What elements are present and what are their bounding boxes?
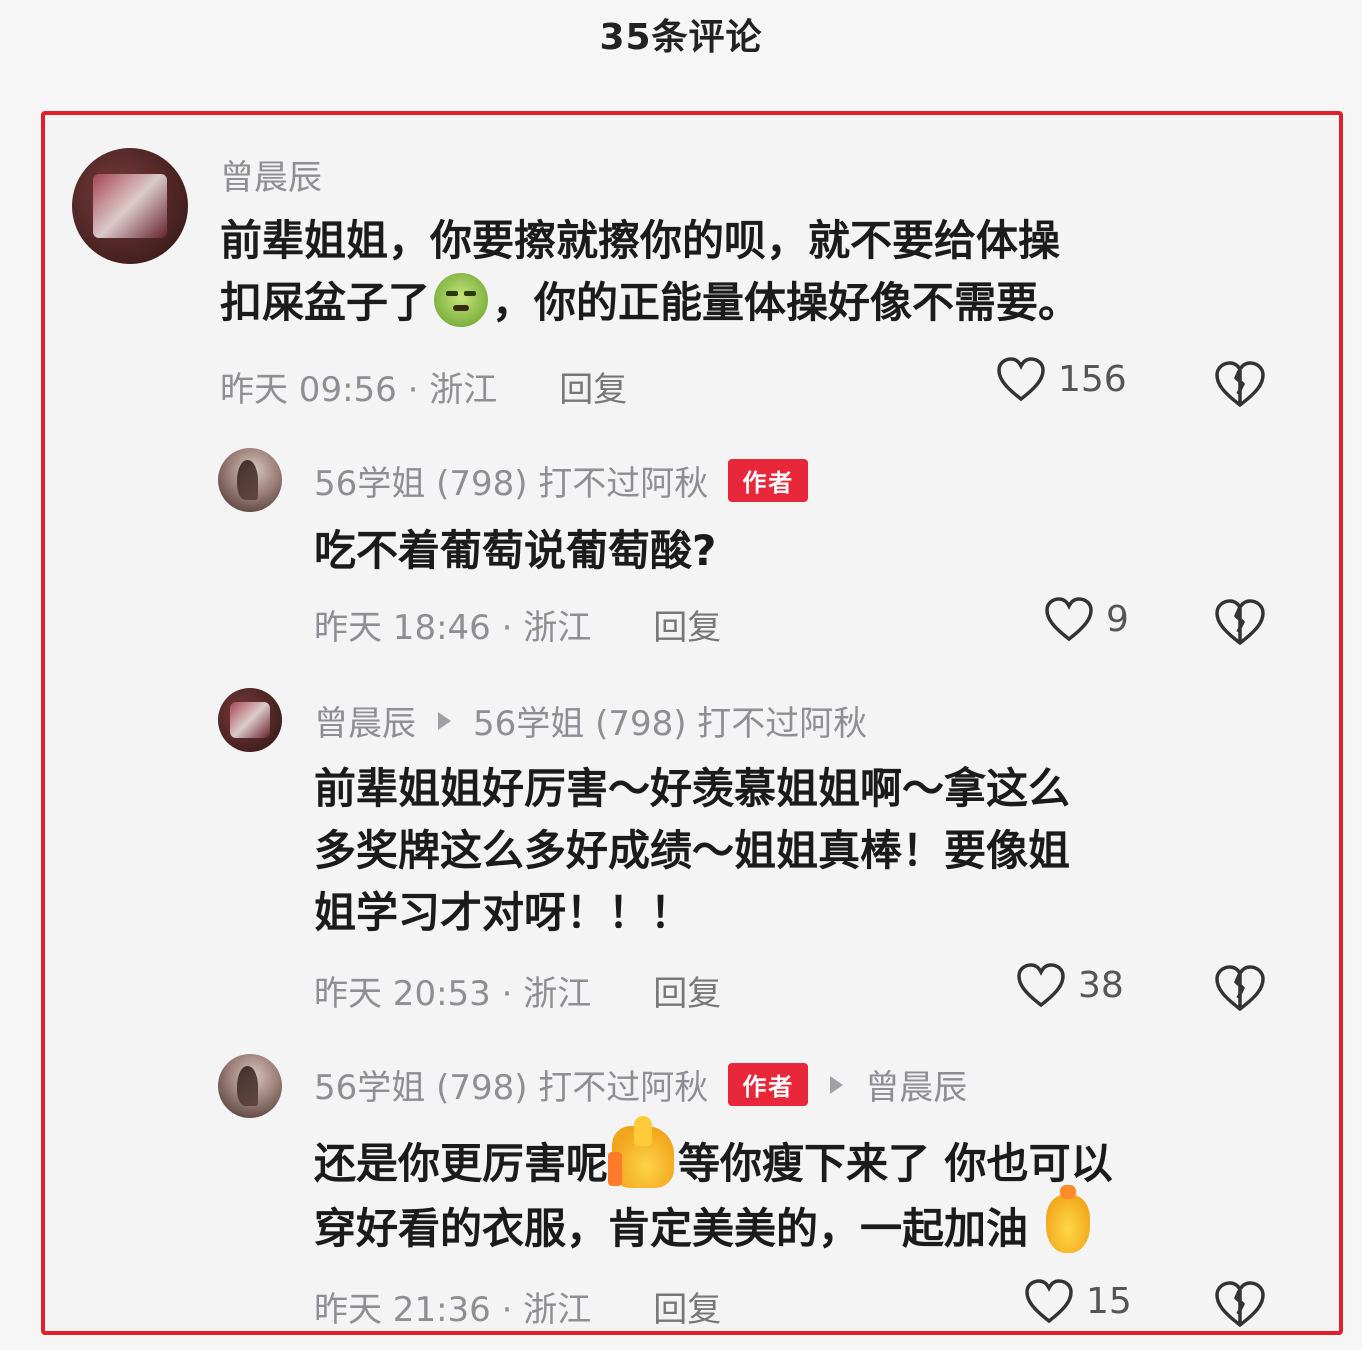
like-count: 15 xyxy=(1086,1280,1132,1322)
reply-button[interactable]: 回复 xyxy=(653,1282,721,1331)
author-badge: 作者 xyxy=(728,459,809,502)
comment-text: 前辈姐姐，你要擦就擦你的呗，就不要给体操 扣屎盆子了 ，你的正能量体操好像不需要。 xyxy=(220,216,1081,327)
comment-meta: 昨天 09:56 · 浙江 回复 xyxy=(220,362,627,411)
reply-button[interactable]: 回复 xyxy=(653,966,721,1015)
like-button[interactable]: 9 xyxy=(1044,596,1129,642)
avatar[interactable] xyxy=(72,148,188,264)
comment-meta: 昨天 21:36 · 浙江 回复 xyxy=(314,1282,721,1331)
heart-icon xyxy=(1017,963,1065,1008)
like-count: 38 xyxy=(1078,964,1124,1006)
comment-meta: 昨天 18:46 · 浙江 回复 xyxy=(314,600,721,649)
reply-button[interactable]: 回复 xyxy=(559,362,627,411)
comment-author[interactable]: 曾晨辰 xyxy=(220,150,322,199)
crying-face-emoji-icon xyxy=(434,273,489,327)
author-badge: 作者 xyxy=(728,1063,809,1106)
like-button[interactable]: 38 xyxy=(1016,962,1124,1008)
avatar[interactable] xyxy=(218,448,282,512)
heart-icon xyxy=(1025,1279,1073,1324)
comment-text: 前辈姐姐好厉害～好羡慕姐姐啊～拿这么 多奖牌这么多好成绩～姐姐真棒！要像姐 姐学… xyxy=(314,764,1071,937)
broken-heart-icon[interactable] xyxy=(1214,964,1266,1012)
reply-button[interactable]: 回复 xyxy=(653,600,721,649)
like-count: 156 xyxy=(1058,358,1127,400)
comment-author[interactable]: 56学姐 (798) 打不过阿秋 作者 xyxy=(314,456,809,505)
comment-author[interactable]: 56学姐 (798) 打不过阿秋 作者 曾晨辰 xyxy=(314,1060,967,1109)
comment-meta: 昨天 20:53 · 浙江 回复 xyxy=(314,966,721,1015)
avatar[interactable] xyxy=(218,1054,282,1118)
broken-heart-icon[interactable] xyxy=(1214,360,1266,408)
comment-text: 还是你更厉害呢 等你瘦下来了 你也可以 穿好看的衣服，肯定美美的，一起加油 xyxy=(314,1116,1113,1260)
fist-emoji-icon xyxy=(1046,1185,1091,1253)
reply-arrow-icon xyxy=(438,711,451,730)
broken-heart-icon[interactable] xyxy=(1214,1280,1266,1328)
heart-icon xyxy=(997,357,1045,402)
reply-arrow-icon xyxy=(830,1075,844,1094)
heart-icon xyxy=(1045,597,1093,642)
like-count: 9 xyxy=(1106,598,1129,640)
thumbs-up-emoji-icon xyxy=(608,1116,675,1188)
comments-count-title: 35条评论 xyxy=(599,17,763,58)
broken-heart-icon[interactable] xyxy=(1214,598,1266,646)
reply-to-author[interactable]: 56学姐 (798) 打不过阿秋 xyxy=(473,696,867,745)
like-button[interactable]: 15 xyxy=(1024,1278,1132,1324)
reply-to-author[interactable]: 曾晨辰 xyxy=(865,1060,967,1109)
avatar[interactable] xyxy=(218,688,282,752)
comment-author[interactable]: 曾晨辰 56学姐 (798) 打不过阿秋 xyxy=(314,696,867,745)
like-button[interactable]: 156 xyxy=(996,356,1127,402)
comment-text: 吃不着葡萄说葡萄酸? xyxy=(314,526,717,575)
